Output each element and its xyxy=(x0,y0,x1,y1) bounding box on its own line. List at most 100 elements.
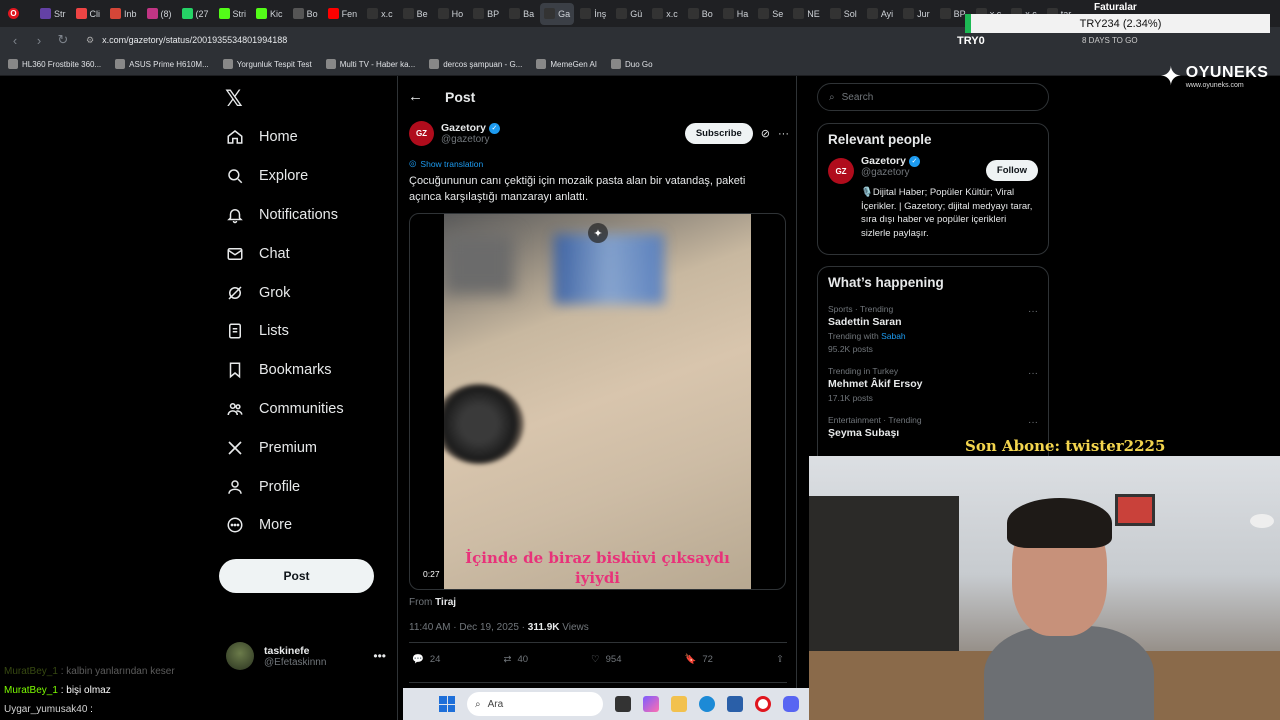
author-avatar[interactable]: GZ xyxy=(409,121,434,146)
back-icon[interactable]: ‹ xyxy=(8,33,22,48)
url-field[interactable]: ⚙ x.com/gazetory/status/2001935534801994… xyxy=(86,35,287,46)
browser-tab[interactable]: Kic xyxy=(252,3,287,25)
video-player[interactable]: İçinde de biraz bisküvi çıksaydı iyiydi … xyxy=(409,213,786,590)
more-dots-icon[interactable]: ••• xyxy=(373,649,386,663)
browser-tab[interactable]: Se xyxy=(754,3,787,25)
author-handle[interactable]: @gazetory xyxy=(441,134,500,145)
browser-tab[interactable]: Be xyxy=(399,3,432,25)
browser-tab[interactable]: Stri xyxy=(215,3,251,25)
store-icon[interactable] xyxy=(727,696,743,712)
grok-icon[interactable]: ⊘ xyxy=(761,127,770,140)
post-time[interactable]: 11:40 AM · Dec 19, 2025 · xyxy=(409,622,528,633)
opera-menu-icon[interactable]: O xyxy=(4,3,34,25)
browser-tab[interactable]: Gü xyxy=(612,3,646,25)
reply-button[interactable]: 💬 24 xyxy=(412,654,440,665)
browser-tab[interactable]: Inb xyxy=(106,3,141,25)
browser-tab[interactable]: (8) xyxy=(143,3,176,25)
nav-item-more[interactable]: More xyxy=(225,506,395,545)
tab-label: Jur xyxy=(917,8,930,19)
trend-related-link[interactable]: Sabah xyxy=(881,331,906,341)
nav-item-chat[interactable]: Chat xyxy=(225,234,395,273)
browser-tab[interactable]: Ha xyxy=(719,3,753,25)
browser-tab[interactable]: BP xyxy=(469,3,503,25)
nav-item-profile[interactable]: Profile xyxy=(225,467,395,506)
browser-tab[interactable]: Cli xyxy=(72,3,105,25)
source-link[interactable]: Tiraj xyxy=(435,597,456,608)
nav-item-premium[interactable]: Premium xyxy=(225,428,395,467)
bookmark-item[interactable]: dercos şampuan - G... xyxy=(429,59,522,69)
bookmark-button[interactable]: 🔖 72 xyxy=(685,654,713,665)
back-arrow-icon[interactable]: ← xyxy=(408,88,423,105)
grok-sparkle-icon[interactable]: ✦ xyxy=(588,223,608,243)
browser-tab[interactable]: Bo xyxy=(289,3,322,25)
taskbar-search[interactable]: ⌕ Ara xyxy=(467,692,603,716)
more-dots-icon[interactable]: ··· xyxy=(1028,306,1038,317)
browser-tab[interactable]: Ba xyxy=(505,3,538,25)
more-dots-icon[interactable]: ··· xyxy=(1028,368,1038,379)
account-switcher[interactable]: taskinefe @Efetaskinnn ••• xyxy=(226,642,386,670)
video-frame[interactable]: İçinde de biraz bisküvi çıksaydı iyiydi xyxy=(444,214,751,589)
browser-tab[interactable]: (27 xyxy=(178,3,213,25)
bookmark-item[interactable]: Yorgunluk Tespit Test xyxy=(222,59,312,69)
bookmark-item[interactable]: Multi TV - Haber ka... xyxy=(325,59,415,69)
copilot-icon[interactable] xyxy=(643,696,659,712)
share-button[interactable]: ⇪ xyxy=(776,654,784,665)
person-avatar[interactable]: GZ xyxy=(828,158,854,184)
nav-item-explore[interactable]: Explore xyxy=(225,157,395,196)
browser-tab[interactable]: İnş xyxy=(576,3,610,25)
follow-button[interactable]: Follow xyxy=(985,160,1038,181)
trend-item[interactable]: Entertainment · Trending Şeyma Subaşı ··· xyxy=(818,415,1048,439)
person-name[interactable]: Gazetory ✓ xyxy=(861,155,920,167)
nav-item-grok[interactable]: Grok xyxy=(225,273,395,312)
browser-tab[interactable]: Sol xyxy=(826,3,861,25)
reload-icon[interactable]: ↻ xyxy=(56,32,70,48)
file-explorer-icon[interactable] xyxy=(671,696,687,712)
views-label: Views xyxy=(559,622,589,633)
browser-tab[interactable]: Jur xyxy=(899,3,934,25)
bookmark-item[interactable]: ASUS Prime H610M... xyxy=(115,59,209,69)
browser-tab[interactable]: NE xyxy=(789,3,824,25)
x-logo-icon[interactable]: 𝕏 xyxy=(225,86,243,112)
browser-tab[interactable]: x.c xyxy=(648,3,682,25)
nav-item-home[interactable]: Home xyxy=(225,118,395,157)
discord-icon[interactable] xyxy=(783,696,799,712)
nav-item-notifications[interactable]: Notifications xyxy=(225,196,395,235)
show-translation-link[interactable]: ◎ Show translation xyxy=(409,158,483,169)
trend-post-count: 17.1K posts xyxy=(828,393,873,403)
repost-button[interactable]: ⇄ 40 xyxy=(503,654,528,665)
trend-item[interactable]: Trending in Turkey Mehmet Âkif Ersoy 17.1K… xyxy=(818,366,1048,403)
nav-item-communities[interactable]: Communities xyxy=(225,390,395,429)
trend-item[interactable]: Sports · Trending Sadettin Saran Trending … xyxy=(818,304,1048,354)
more-dots-icon[interactable]: ··· xyxy=(1028,417,1038,428)
forward-icon[interactable]: › xyxy=(32,33,46,48)
search-input[interactable]: ⌕ Search xyxy=(817,83,1049,111)
bookmark-item[interactable]: Duo Go xyxy=(611,59,653,69)
tab-favicon-icon xyxy=(110,8,122,19)
windows-start-icon[interactable] xyxy=(439,696,455,712)
subscribe-button[interactable]: Subscribe xyxy=(684,123,753,144)
browser-tab[interactable]: Ga xyxy=(540,2,575,25)
edge-icon[interactable] xyxy=(699,696,715,712)
nav-item-lists[interactable]: Lists xyxy=(225,312,395,351)
browser-tab[interactable]: Ho xyxy=(434,3,468,25)
tab-label: BP xyxy=(487,8,500,19)
like-button[interactable]: ♡ 954 xyxy=(591,654,621,665)
browser-tab[interactable]: Ayi xyxy=(863,3,897,25)
browser-tab[interactable]: x.c xyxy=(363,3,397,25)
nav-item-bookmarks[interactable]: Bookmarks xyxy=(225,351,395,390)
tab-favicon-icon xyxy=(903,8,915,19)
more-dots-icon[interactable]: ··· xyxy=(778,128,789,140)
relevant-person[interactable]: GZ Gazetory ✓ @gazetory Follow xyxy=(818,155,1048,184)
bookmark-item[interactable]: HL360 Frostbite 360... xyxy=(8,59,101,69)
opera-icon[interactable] xyxy=(755,696,771,712)
browser-tab[interactable]: Fen xyxy=(324,3,362,25)
post-text: Çocuğununun canı çektiği için mozaik pas… xyxy=(409,175,746,203)
bookmark-item[interactable]: MemeGen AI xyxy=(536,59,597,69)
x-icon xyxy=(225,438,245,458)
post-button[interactable]: Post xyxy=(219,559,374,593)
task-view-icon[interactable] xyxy=(615,696,631,712)
author-name[interactable]: Gazetory ✓ xyxy=(441,122,500,134)
browser-tab[interactable]: Str xyxy=(36,3,70,25)
browser-tab[interactable]: Bo xyxy=(684,3,717,25)
site-info-icon[interactable]: ⚙ xyxy=(86,35,94,46)
